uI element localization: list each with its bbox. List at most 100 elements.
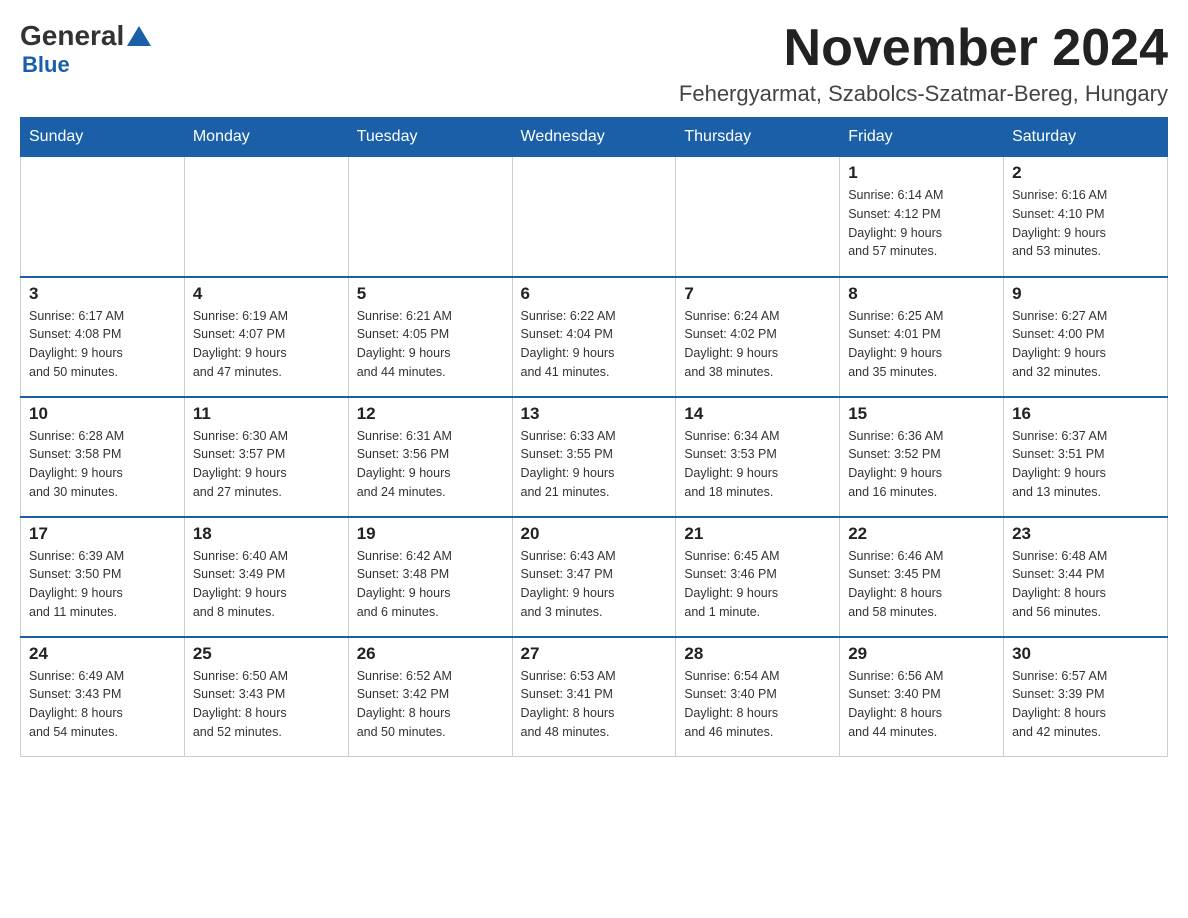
weekday-header: Sunday — [21, 118, 185, 157]
day-number: 19 — [357, 524, 504, 544]
calendar-cell — [348, 157, 512, 277]
day-info: Sunrise: 6:37 AMSunset: 3:51 PMDaylight:… — [1012, 427, 1159, 502]
day-number: 21 — [684, 524, 831, 544]
day-number: 3 — [29, 284, 176, 304]
day-number: 6 — [521, 284, 668, 304]
calendar-cell: 22 Sunrise: 6:46 AMSunset: 3:45 PMDayligh… — [840, 517, 1004, 637]
day-number: 8 — [848, 284, 995, 304]
day-info: Sunrise: 6:53 AMSunset: 3:41 PMDaylight:… — [521, 667, 668, 742]
day-info: Sunrise: 6:45 AMSunset: 3:46 PMDaylight:… — [684, 547, 831, 622]
day-info: Sunrise: 6:57 AMSunset: 3:39 PMDaylight:… — [1012, 667, 1159, 742]
calendar-cell — [21, 157, 185, 277]
day-info: Sunrise: 6:54 AMSunset: 3:40 PMDaylight:… — [684, 667, 831, 742]
calendar-cell: 2 Sunrise: 6:16 AMSunset: 4:10 PMDaylight… — [1004, 157, 1168, 277]
weekday-header: Saturday — [1004, 118, 1168, 157]
day-info: Sunrise: 6:52 AMSunset: 3:42 PMDaylight:… — [357, 667, 504, 742]
calendar-cell — [184, 157, 348, 277]
calendar-table: SundayMondayTuesdayWednesdayThursdayFrid… — [20, 117, 1168, 757]
day-number: 13 — [521, 404, 668, 424]
calendar-cell: 9 Sunrise: 6:27 AMSunset: 4:00 PMDaylight… — [1004, 277, 1168, 397]
day-number: 25 — [193, 644, 340, 664]
weekday-header: Monday — [184, 118, 348, 157]
day-info: Sunrise: 6:24 AMSunset: 4:02 PMDaylight:… — [684, 307, 831, 382]
day-info: Sunrise: 6:25 AMSunset: 4:01 PMDaylight:… — [848, 307, 995, 382]
day-info: Sunrise: 6:31 AMSunset: 3:56 PMDaylight:… — [357, 427, 504, 502]
weekday-header: Wednesday — [512, 118, 676, 157]
day-number: 15 — [848, 404, 995, 424]
day-number: 28 — [684, 644, 831, 664]
day-info: Sunrise: 6:30 AMSunset: 3:57 PMDaylight:… — [193, 427, 340, 502]
calendar-cell: 16 Sunrise: 6:37 AMSunset: 3:51 PMDayligh… — [1004, 397, 1168, 517]
calendar-cell: 15 Sunrise: 6:36 AMSunset: 3:52 PMDayligh… — [840, 397, 1004, 517]
day-info: Sunrise: 6:49 AMSunset: 3:43 PMDaylight:… — [29, 667, 176, 742]
day-info: Sunrise: 6:17 AMSunset: 4:08 PMDaylight:… — [29, 307, 176, 382]
day-info: Sunrise: 6:36 AMSunset: 3:52 PMDaylight:… — [848, 427, 995, 502]
day-number: 10 — [29, 404, 176, 424]
calendar-cell: 25 Sunrise: 6:50 AMSunset: 3:43 PMDayligh… — [184, 637, 348, 757]
day-info: Sunrise: 6:34 AMSunset: 3:53 PMDaylight:… — [684, 427, 831, 502]
calendar-cell: 10 Sunrise: 6:28 AMSunset: 3:58 PMDayligh… — [21, 397, 185, 517]
weekday-header: Tuesday — [348, 118, 512, 157]
day-number: 11 — [193, 404, 340, 424]
day-info: Sunrise: 6:43 AMSunset: 3:47 PMDaylight:… — [521, 547, 668, 622]
day-info: Sunrise: 6:33 AMSunset: 3:55 PMDaylight:… — [521, 427, 668, 502]
day-info: Sunrise: 6:22 AMSunset: 4:04 PMDaylight:… — [521, 307, 668, 382]
calendar-cell: 18Sunrise: 6:40 AMSunset: 3:49 PMDayligh… — [184, 517, 348, 637]
calendar-cell: 7 Sunrise: 6:24 AMSunset: 4:02 PMDaylight… — [676, 277, 840, 397]
weekday-header: Friday — [840, 118, 1004, 157]
calendar-cell: 27 Sunrise: 6:53 AMSunset: 3:41 PMDayligh… — [512, 637, 676, 757]
calendar-cell: 30 Sunrise: 6:57 AMSunset: 3:39 PMDayligh… — [1004, 637, 1168, 757]
day-info: Sunrise: 6:50 AMSunset: 3:43 PMDaylight:… — [193, 667, 340, 742]
day-number: 22 — [848, 524, 995, 544]
calendar-cell — [676, 157, 840, 277]
day-number: 30 — [1012, 644, 1159, 664]
day-number: 16 — [1012, 404, 1159, 424]
day-info: Sunrise: 6:16 AMSunset: 4:10 PMDaylight:… — [1012, 186, 1159, 261]
page-header: General Blue November 2024 Fehergyarmat,… — [20, 20, 1168, 107]
calendar-cell: 8 Sunrise: 6:25 AMSunset: 4:01 PMDaylight… — [840, 277, 1004, 397]
day-info: Sunrise: 6:19 AMSunset: 4:07 PMDaylight:… — [193, 307, 340, 382]
calendar-cell: 6 Sunrise: 6:22 AMSunset: 4:04 PMDaylight… — [512, 277, 676, 397]
day-info: Sunrise: 6:56 AMSunset: 3:40 PMDaylight:… — [848, 667, 995, 742]
day-number: 29 — [848, 644, 995, 664]
calendar-cell: 21 Sunrise: 6:45 AMSunset: 3:46 PMDayligh… — [676, 517, 840, 637]
day-number: 17 — [29, 524, 176, 544]
calendar-cell: 5 Sunrise: 6:21 AMSunset: 4:05 PMDaylight… — [348, 277, 512, 397]
day-info: Sunrise: 6:39 AMSunset: 3:50 PMDaylight:… — [29, 547, 176, 622]
day-number: 1 — [848, 163, 995, 183]
calendar-cell: 29 Sunrise: 6:56 AMSunset: 3:40 PMDayligh… — [840, 637, 1004, 757]
logo-general: General — [20, 20, 124, 52]
calendar-cell: 24Sunrise: 6:49 AMSunset: 3:43 PMDayligh… — [21, 637, 185, 757]
calendar-cell: 13 Sunrise: 6:33 AMSunset: 3:55 PMDayligh… — [512, 397, 676, 517]
day-number: 20 — [521, 524, 668, 544]
month-title: November 2024 — [679, 20, 1168, 77]
day-number: 23 — [1012, 524, 1159, 544]
day-info: Sunrise: 6:14 AMSunset: 4:12 PMDaylight:… — [848, 186, 995, 261]
calendar-cell: 26 Sunrise: 6:52 AMSunset: 3:42 PMDayligh… — [348, 637, 512, 757]
logo-triangle-icon — [127, 26, 151, 46]
logo-blue: Blue — [22, 52, 70, 78]
day-info: Sunrise: 6:27 AMSunset: 4:00 PMDaylight:… — [1012, 307, 1159, 382]
day-number: 5 — [357, 284, 504, 304]
day-info: Sunrise: 6:48 AMSunset: 3:44 PMDaylight:… — [1012, 547, 1159, 622]
calendar-cell: 28 Sunrise: 6:54 AMSunset: 3:40 PMDayligh… — [676, 637, 840, 757]
day-number: 2 — [1012, 163, 1159, 183]
day-number: 26 — [357, 644, 504, 664]
calendar-cell: 20 Sunrise: 6:43 AMSunset: 3:47 PMDayligh… — [512, 517, 676, 637]
weekday-header: Thursday — [676, 118, 840, 157]
calendar-cell: 12Sunrise: 6:31 AMSunset: 3:56 PMDayligh… — [348, 397, 512, 517]
calendar-cell: 17 Sunrise: 6:39 AMSunset: 3:50 PMDayligh… — [21, 517, 185, 637]
logo: General Blue — [20, 20, 154, 78]
day-info: Sunrise: 6:42 AMSunset: 3:48 PMDaylight:… — [357, 547, 504, 622]
day-number: 27 — [521, 644, 668, 664]
location: Fehergyarmat, Szabolcs-Szatmar-Bereg, Hu… — [679, 81, 1168, 107]
calendar-cell — [512, 157, 676, 277]
calendar-cell: 19 Sunrise: 6:42 AMSunset: 3:48 PMDayligh… — [348, 517, 512, 637]
day-number: 4 — [193, 284, 340, 304]
day-number: 9 — [1012, 284, 1159, 304]
day-info: Sunrise: 6:46 AMSunset: 3:45 PMDaylight:… — [848, 547, 995, 622]
day-number: 7 — [684, 284, 831, 304]
day-info: Sunrise: 6:21 AMSunset: 4:05 PMDaylight:… — [357, 307, 504, 382]
day-info: Sunrise: 6:28 AMSunset: 3:58 PMDaylight:… — [29, 427, 176, 502]
calendar-cell: 1 Sunrise: 6:14 AMSunset: 4:12 PMDaylight… — [840, 157, 1004, 277]
